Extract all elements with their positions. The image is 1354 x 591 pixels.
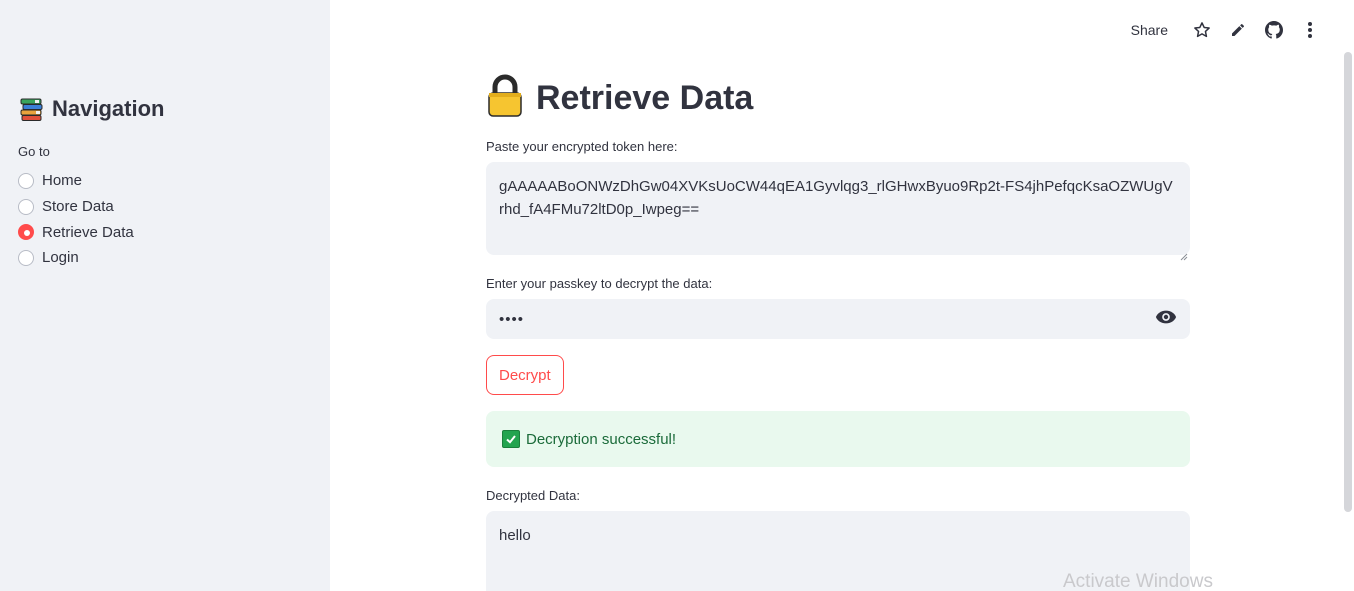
sidebar-item-store-data[interactable]: Store Data [18,194,134,220]
radio-button[interactable] [18,249,34,266]
sidebar-item-retrieve-data[interactable]: Retrieve Data [18,219,134,245]
share-button[interactable]: Share [1131,22,1168,38]
more-vertical-icon[interactable] [1292,18,1328,42]
decrypted-value: hello [499,527,531,544]
sidebar-item-label: Store Data [42,198,114,216]
token-value: gAAAAABoONWzDhGw04XVKsUoCW44qEA1Gyvlqg3_… [499,178,1173,218]
eye-icon[interactable] [1155,309,1177,330]
passkey-label: Enter your passkey to decrypt the data: [486,276,713,291]
page-title: Retrieve Data [486,74,753,122]
passkey-value: •••• [499,310,525,328]
scrollbar[interactable] [1344,52,1352,512]
success-alert: Decryption successful! [486,411,1190,467]
passkey-input[interactable]: •••• [486,299,1190,339]
nav-radio-group: Home Store Data Retrieve Data Login [18,168,134,271]
resize-grip-icon[interactable] [1180,245,1188,261]
app-toolbar: Share [1131,18,1328,42]
sidebar-item-label: Retrieve Data [42,223,134,241]
app-root: Navigation Go to Home Store Data Retriev… [0,0,1354,591]
sidebar-header: Navigation [18,94,164,124]
success-message: Decryption successful! [526,430,677,448]
sidebar-item-label: Home [42,172,83,190]
decrypt-button[interactable]: Decrypt [486,355,564,395]
books-icon [18,96,44,122]
sidebar-item-home[interactable]: Home [18,168,134,194]
radio-button-selected[interactable] [18,224,34,241]
token-label: Paste your encrypted token here: [486,139,678,154]
sidebar: Navigation Go to Home Store Data Retriev… [0,0,330,591]
goto-label: Go to [18,144,50,159]
decrypted-label: Decrypted Data: [486,488,580,503]
sidebar-title: Navigation [52,96,165,121]
page-title-text: Retrieve Data [536,78,754,117]
sidebar-item-login[interactable]: Login [18,245,134,271]
sidebar-item-label: Login [42,249,79,267]
pencil-icon[interactable] [1220,18,1256,42]
radio-button[interactable] [18,198,34,215]
lock-icon [486,74,524,123]
github-icon[interactable] [1256,18,1292,42]
star-icon[interactable] [1184,18,1220,42]
token-textarea[interactable]: gAAAAABoONWzDhGw04XVKsUoCW44qEA1Gyvlqg3_… [486,162,1190,261]
radio-button[interactable] [18,172,34,189]
activate-windows-watermark: Activate Windows [1063,571,1213,591]
check-icon [502,430,520,448]
